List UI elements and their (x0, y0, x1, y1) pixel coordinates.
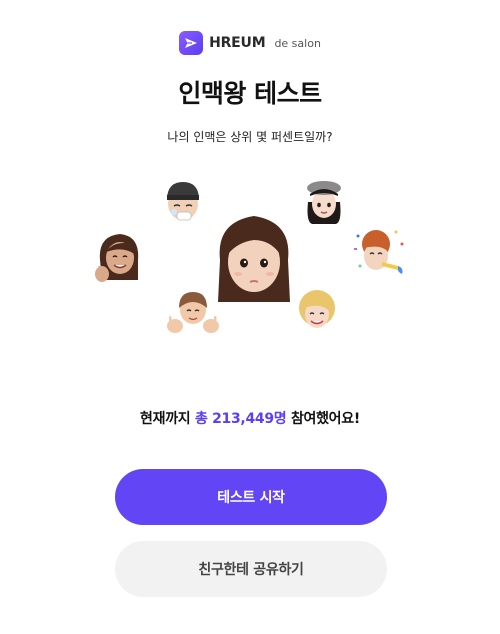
brand-header: HREUM de salon (0, 31, 500, 55)
paper-plane-icon (179, 31, 204, 55)
share-with-friend-button[interactable]: 친구한테 공유하기 (115, 541, 387, 597)
beret-girl-avatar (307, 181, 341, 224)
participation-count: 현재까지 총 213,449명 참여했어요! (0, 408, 500, 428)
bowl-cut-boy-avatar (167, 292, 219, 333)
start-test-button[interactable]: 테스트 시작 (115, 469, 387, 525)
blonde-woman-avatar (299, 290, 335, 328)
brand-sub: de salon (274, 36, 321, 50)
stat-count: 총 213,449명 (194, 411, 287, 427)
stat-suffix: 참여했어요! (290, 411, 360, 427)
girl-long-hair-avatar (218, 216, 290, 302)
woman-waving-avatar (95, 234, 139, 282)
beanie-boy-avatar (167, 182, 199, 221)
stat-prefix: 현재까지 (140, 411, 191, 427)
avatar-cluster (0, 170, 500, 340)
redhead-party-horn-avatar (354, 230, 404, 274)
brand-name: HREUM (209, 35, 266, 51)
page-subtitle: 나의 인맥은 상위 몇 퍼센트일까? (167, 130, 333, 144)
page-title: 인맥왕 테스트 (178, 79, 322, 108)
